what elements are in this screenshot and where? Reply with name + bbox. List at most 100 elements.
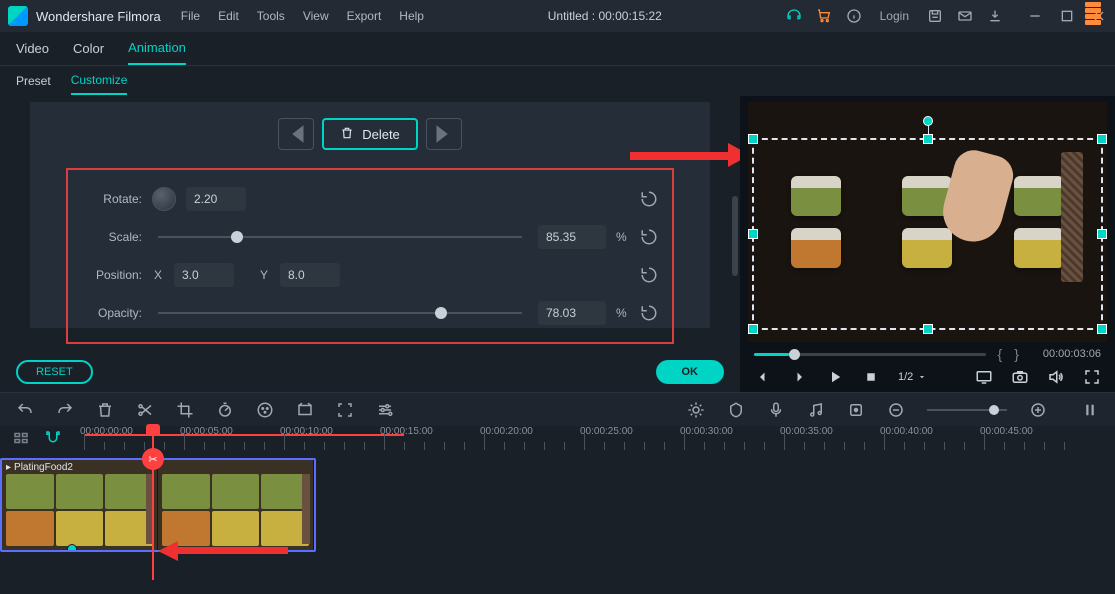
menu-tools[interactable]: Tools [257,9,285,23]
delete-label: Delete [362,127,400,142]
stop-icon[interactable] [862,368,880,386]
delete-icon[interactable] [96,401,114,419]
handle-br[interactable] [1097,324,1107,334]
headset-icon[interactable] [786,8,802,24]
volume-icon[interactable] [1047,368,1065,386]
zoom-in-icon[interactable] [1029,401,1047,419]
playhead[interactable]: ✂ [152,426,154,580]
tab-color[interactable]: Color [73,33,104,64]
subtab-preset[interactable]: Preset [16,68,51,94]
ruler-label: 00:00:35:00 [780,426,833,437]
scale-slider[interactable] [158,236,522,238]
selection-frame[interactable] [752,138,1103,330]
trash-icon [340,126,354,143]
reset-button[interactable]: RESET [16,360,93,384]
redo-icon[interactable] [56,401,74,419]
panel-scrollbar[interactable] [732,196,738,276]
rotate-reset-icon[interactable] [640,190,658,208]
tab-video[interactable]: Video [16,33,49,64]
opacity-input[interactable] [538,301,606,325]
focus-icon[interactable] [336,401,354,419]
menu-file[interactable]: File [181,9,200,23]
rotate-handle[interactable] [923,116,933,126]
menu-help[interactable]: Help [399,9,424,23]
preview-viewport[interactable] [748,102,1107,342]
scale-input[interactable] [538,225,606,249]
minimize-icon[interactable] [1027,8,1043,24]
scrub-track[interactable] [754,353,986,356]
save-icon[interactable] [927,8,943,24]
ruler-label: 00:00:20:00 [480,426,533,437]
position-x-input[interactable] [174,263,234,287]
opacity-slider[interactable] [158,312,522,314]
menu-view[interactable]: View [303,9,329,23]
snapshot-icon[interactable] [1011,368,1029,386]
frame-fwd-icon[interactable] [790,368,808,386]
subtab-customize[interactable]: Customize [71,67,128,95]
voiceover-icon[interactable] [767,401,785,419]
pause-icon[interactable] [1081,401,1099,419]
cart-icon[interactable] [816,8,832,24]
ruler-label: 00:00:45:00 [980,426,1033,437]
color-icon[interactable] [256,401,274,419]
play-icon[interactable] [826,368,844,386]
position-reset-icon[interactable] [640,266,658,284]
undo-icon[interactable] [16,401,34,419]
main-menu: File Edit Tools View Export Help [181,9,424,23]
scale-reset-icon[interactable] [640,228,658,246]
zoom-slider[interactable] [927,409,1007,411]
menu-export[interactable]: Export [347,9,382,23]
greenscreen-icon[interactable] [296,401,314,419]
playback-speed[interactable]: 1/2 [898,371,927,383]
timeline-ruler[interactable]: ✂ 00:00:00:0000:00:05:0000:00:10:0000:00… [84,426,1115,450]
frame-back-icon[interactable] [754,368,772,386]
handle-t[interactable] [923,134,933,144]
handle-b[interactable] [923,324,933,334]
speed-icon[interactable] [216,401,234,419]
properties-panel: Delete Rotate: Scale: % [0,96,740,392]
app-title: Wondershare Filmora [36,9,161,24]
track-manager-icon[interactable] [12,429,30,447]
handle-tr[interactable] [1097,134,1107,144]
handle-l[interactable] [748,229,758,239]
keyframe-dot[interactable] [67,544,77,552]
opacity-reset-icon[interactable] [640,304,658,322]
next-keyframe-button[interactable] [426,118,462,150]
settings-icon[interactable] [376,401,394,419]
position-y-input[interactable] [280,263,340,287]
maximize-icon[interactable] [1059,8,1075,24]
magnet-icon[interactable] [44,429,62,447]
timeline-clip[interactable]: ▸ PlatingFood2 [0,458,316,552]
ok-button[interactable]: OK [656,360,725,384]
marker-icon[interactable] [727,401,745,419]
mail-icon[interactable] [957,8,973,24]
ruler-label: 00:00:25:00 [580,426,633,437]
prev-keyframe-button[interactable] [278,118,314,150]
zoom-out-icon[interactable] [887,401,905,419]
menu-edit[interactable]: Edit [218,9,239,23]
ruler-label: 00:00:05:00 [180,426,233,437]
download-icon[interactable] [987,8,1003,24]
render-icon[interactable] [687,401,705,419]
fullscreen-icon[interactable] [1083,368,1101,386]
crop-icon[interactable] [176,401,194,419]
keyframe-icon[interactable] [847,401,865,419]
scale-row: Scale: % [82,218,658,256]
rotate-label: Rotate: [82,192,142,206]
info-icon[interactable] [846,8,862,24]
scissor-icon[interactable]: ✂ [142,448,164,470]
tab-animation[interactable]: Animation [128,32,186,65]
split-icon[interactable] [136,401,154,419]
delete-keyframe-button[interactable]: Delete [322,118,418,150]
audio-mixer-icon[interactable] [807,401,825,419]
rotate-input[interactable] [186,187,246,211]
rotate-knob[interactable] [152,187,176,211]
login-link[interactable]: Login [876,9,913,23]
handle-tl[interactable] [748,134,758,144]
handle-r[interactable] [1097,229,1107,239]
display-icon[interactable] [975,368,993,386]
clip-type-icon: ▸ [6,462,11,473]
timeline: ▸ 1 ▸ PlatingFood2 [0,450,1115,560]
handle-bl[interactable] [748,324,758,334]
timeline-ruler-row: ✂ 00:00:00:0000:00:05:0000:00:10:0000:00… [0,426,1115,450]
